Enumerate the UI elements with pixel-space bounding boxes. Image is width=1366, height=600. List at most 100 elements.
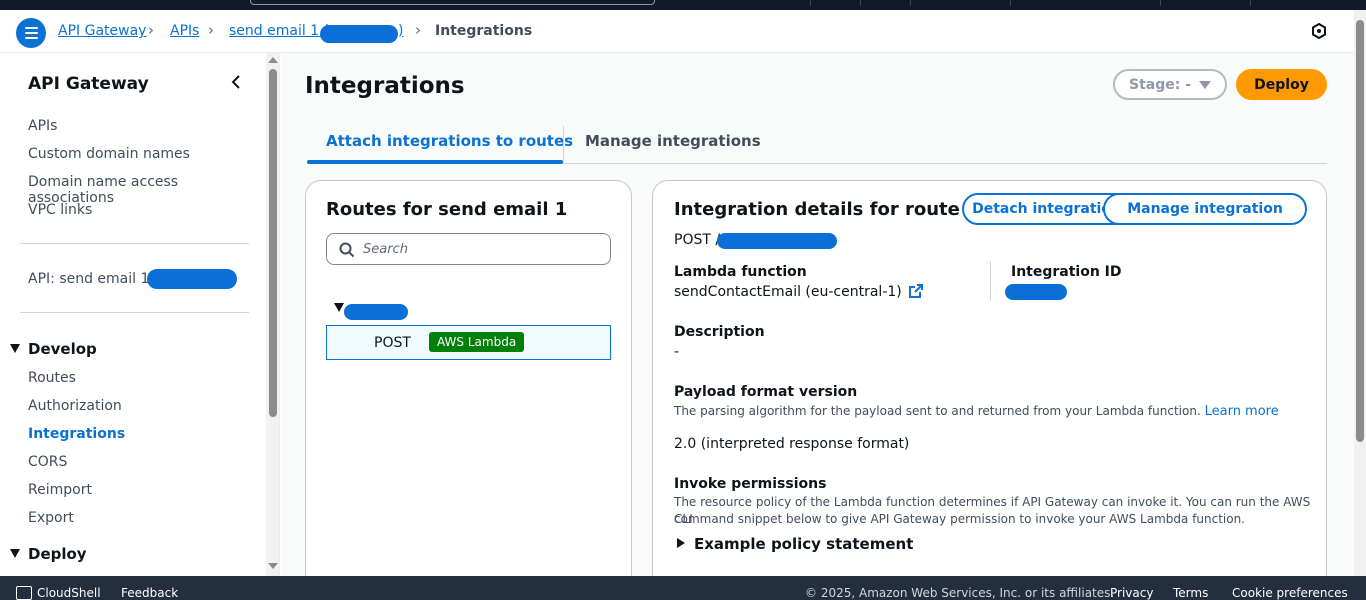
caret-right-icon[interactable] <box>677 538 685 548</box>
integration-details-panel: Integration details for route Detach int… <box>652 180 1327 600</box>
breadcrumb-bar: API Gateway › APIs › send email 1 ( ) › … <box>0 10 1354 53</box>
chevron-right-icon: › <box>208 21 214 39</box>
route-row-post[interactable]: POST AWS Lambda <box>326 325 611 360</box>
menu-toggle-button[interactable] <box>16 18 46 48</box>
redaction-mark <box>147 269 237 289</box>
payload-help-text: The parsing algorithm for the payload se… <box>674 404 1201 418</box>
privacy-link[interactable]: Privacy <box>1110 586 1153 600</box>
terms-link[interactable]: Terms <box>1173 586 1208 600</box>
breadcrumb-api-gateway[interactable]: API Gateway <box>58 23 146 39</box>
chevron-right-icon: › <box>415 21 421 39</box>
strip-separator <box>1160 0 1161 6</box>
lambda-function-label: Lambda function <box>674 264 807 280</box>
breadcrumb-current: Integrations <box>435 23 533 39</box>
payload-format-value: 2.0 (interpreted response format) <box>674 436 910 452</box>
example-policy-toggle[interactable]: Example policy statement <box>694 535 913 553</box>
sidebar-section-label: Develop <box>28 340 97 358</box>
copyright-text: © 2025, Amazon Web Services, Inc. or its… <box>805 586 1115 600</box>
redaction-mark <box>717 233 837 249</box>
strip-separator <box>860 0 861 6</box>
page-scrollbar[interactable] <box>1354 10 1366 576</box>
page-title: Integrations <box>305 73 465 99</box>
strip-separator <box>910 0 911 6</box>
tab-attach-integrations[interactable]: Attach integrations to routes <box>326 132 573 150</box>
description-label: Description <box>674 324 765 340</box>
cloudshell-link[interactable]: CloudShell <box>37 586 101 600</box>
sidebar-item-custom-domain-names[interactable]: Custom domain names <box>28 146 190 162</box>
tab-bar: Attach integrations to routes Manage int… <box>307 126 1327 164</box>
details-column-divider <box>990 261 991 301</box>
sidebar-api-label[interactable]: API: send email 1... <box>28 271 163 287</box>
sidebar-title: API Gateway <box>28 74 149 94</box>
side-navigation: API Gateway APIs Custom domain names Dom… <box>0 53 266 576</box>
sidebar-item-cors[interactable]: CORS <box>28 454 67 470</box>
cloudshell-icon[interactable] <box>16 586 32 600</box>
feedback-link[interactable]: Feedback <box>121 586 178 600</box>
strip-separator <box>810 0 811 6</box>
sidebar-section-deploy[interactable]: Deploy <box>10 545 87 563</box>
route-search-box[interactable] <box>326 233 611 265</box>
console-footer: CloudShell Feedback © 2025, Amazon Web S… <box>0 576 1366 600</box>
lambda-function-name: sendContactEmail (eu-central-1) <box>674 284 902 300</box>
route-method: POST <box>374 335 411 351</box>
sidebar-item-export[interactable]: Export <box>28 510 74 526</box>
redaction-mark <box>320 25 398 43</box>
payload-format-label: Payload format version <box>674 384 858 400</box>
description-value: - <box>674 344 680 360</box>
invoke-permissions-label: Invoke permissions <box>674 476 827 492</box>
strip-separator <box>1010 0 1011 6</box>
sidebar-item-integrations[interactable]: Integrations <box>28 426 125 442</box>
invoke-help-line-2: command snippet below to give API Gatewa… <box>674 512 1245 526</box>
redaction-mark <box>1005 284 1067 300</box>
deploy-button[interactable]: Deploy <box>1236 69 1327 100</box>
collapse-sidebar-icon[interactable] <box>228 71 244 93</box>
breadcrumb-api-name[interactable]: send email 1 ( <box>229 23 329 39</box>
caret-down-icon <box>10 344 20 353</box>
scroll-down-icon[interactable] <box>268 563 278 569</box>
breadcrumb-apis[interactable]: APIs <box>170 23 199 39</box>
sidebar-divider <box>20 243 249 244</box>
redaction-mark <box>344 304 408 320</box>
sidebar-scrollbar[interactable] <box>266 53 280 576</box>
caret-down-icon[interactable] <box>334 303 344 312</box>
stage-select[interactable]: Stage: - <box>1113 69 1227 100</box>
sidebar-item-authorization[interactable]: Authorization <box>28 398 122 414</box>
external-link-icon[interactable] <box>909 284 924 298</box>
active-tab-indicator <box>307 160 563 164</box>
caret-down-icon <box>1199 80 1212 89</box>
strip-separator <box>1250 0 1251 6</box>
tab-divider <box>563 126 564 162</box>
routes-panel: Routes for send email 1 POST AWS Lambda <box>305 180 632 600</box>
chevron-right-icon: › <box>148 21 154 39</box>
address-bar-edge <box>250 0 655 5</box>
scroll-up-icon[interactable] <box>268 57 278 63</box>
cookie-preferences-link[interactable]: Cookie preferences <box>1232 586 1348 600</box>
settings-icon[interactable] <box>1311 23 1327 39</box>
sidebar-scrollbar-thumb[interactable] <box>269 69 277 417</box>
stage-select-label: Stage: - <box>1128 76 1192 93</box>
breadcrumb-api-name-end[interactable]: ) <box>398 23 403 39</box>
integration-id-label: Integration ID <box>1011 264 1122 280</box>
sidebar-item-vpc-links[interactable]: VPC links <box>28 202 92 218</box>
integration-type-badge: AWS Lambda <box>429 332 525 352</box>
details-title: Integration details for route <box>674 199 960 220</box>
sidebar-section-develop[interactable]: Develop <box>10 340 97 358</box>
route-path: POST / <box>674 232 721 248</box>
payload-format-help: The parsing algorithm for the payload se… <box>674 403 1279 420</box>
sidebar-item-reimport[interactable]: Reimport <box>28 482 92 498</box>
manage-integration-button[interactable]: Manage integration <box>1103 193 1307 225</box>
page-scrollbar-thumb[interactable] <box>1356 20 1364 442</box>
browser-top-strip <box>0 0 1366 10</box>
caret-down-icon <box>10 549 20 558</box>
sidebar-item-apis[interactable]: APIs <box>28 118 57 134</box>
search-input[interactable] <box>363 240 603 258</box>
main-content: Integrations Stage: - Deploy Attach inte… <box>281 53 1354 600</box>
routes-panel-title: Routes for send email 1 <box>326 199 568 220</box>
learn-more-link[interactable]: Learn more <box>1205 404 1279 419</box>
sidebar-section-label: Deploy <box>28 545 87 563</box>
sidebar-item-routes[interactable]: Routes <box>28 370 76 386</box>
tab-manage-integrations[interactable]: Manage integrations <box>585 132 761 150</box>
lambda-function-value: sendContactEmail (eu-central-1) <box>674 284 924 300</box>
search-icon <box>339 242 355 258</box>
sidebar-divider <box>20 312 249 313</box>
